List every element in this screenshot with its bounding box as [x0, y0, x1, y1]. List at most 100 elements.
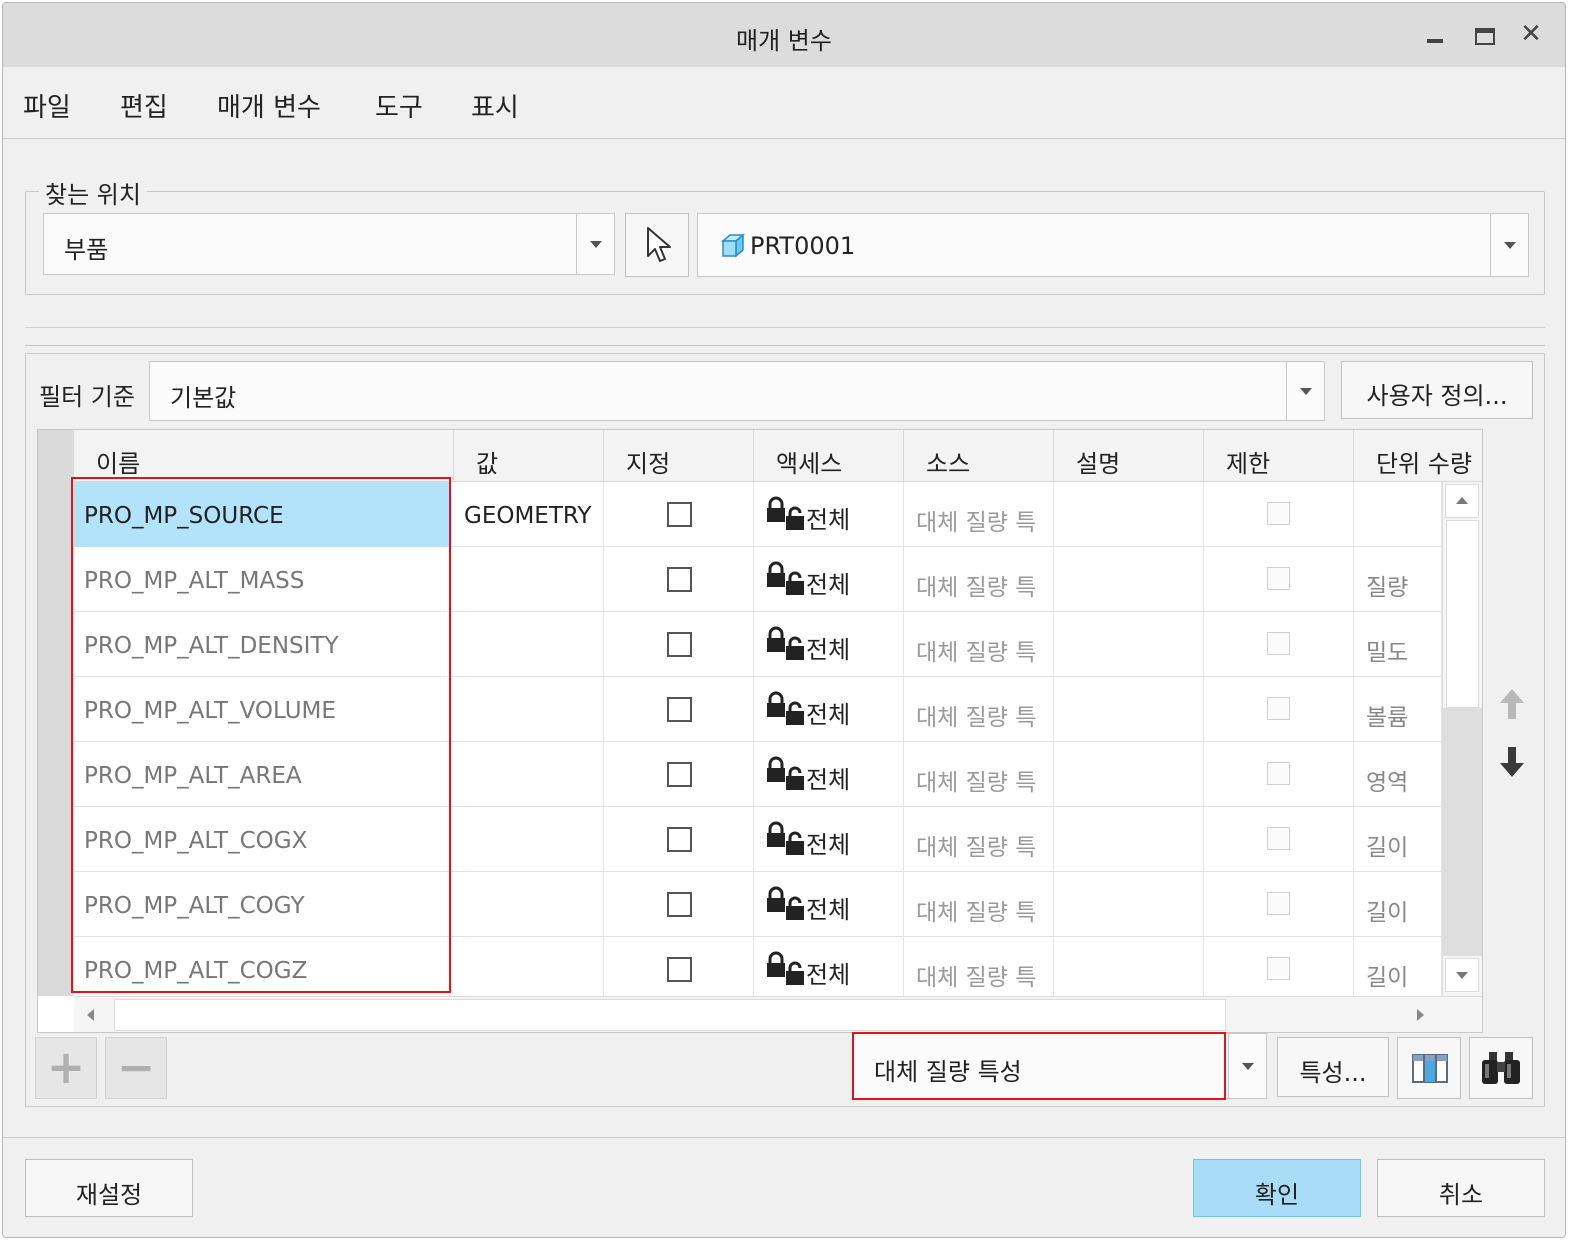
- restricted-checkbox: [1267, 762, 1290, 785]
- parameter-value-cell[interactable]: [454, 872, 604, 937]
- scroll-right-icon[interactable]: [1404, 999, 1438, 1032]
- table-row[interactable]: PRO_MP_ALT_AREA 전체 대체 질량 특 영역: [74, 742, 1442, 807]
- row-header-gutter: [38, 430, 74, 996]
- scroll-up-icon[interactable]: [1445, 484, 1479, 518]
- scroll-down-icon[interactable]: [1445, 958, 1479, 992]
- designate-checkbox[interactable]: [667, 957, 692, 982]
- move-up-icon[interactable]: [1497, 687, 1527, 721]
- property-filter-dropdown[interactable]: 대체 질량 특성: [853, 1033, 1267, 1099]
- parameter-value-cell[interactable]: GEOMETRY: [454, 482, 604, 547]
- parameter-value-cell[interactable]: [454, 612, 604, 677]
- designate-checkbox[interactable]: [667, 567, 692, 592]
- designate-checkbox[interactable]: [667, 892, 692, 917]
- description-cell[interactable]: [1054, 937, 1204, 996]
- reset-button[interactable]: 재설정: [25, 1159, 193, 1217]
- remove-parameter-button[interactable]: −: [105, 1037, 167, 1099]
- add-parameter-button[interactable]: +: [35, 1037, 97, 1099]
- designate-checkbox[interactable]: [667, 827, 692, 852]
- description-cell[interactable]: [1054, 482, 1204, 547]
- table-row[interactable]: PRO_MP_ALT_MASS 전체 대체 질량 특 질량: [74, 547, 1442, 612]
- parameters-dialog: 매개 변수 ✕ 파일 편집 매개 변수 도구 표시 찾는 위치 부품 PRT00…: [2, 2, 1566, 1238]
- designate-checkbox[interactable]: [667, 697, 692, 722]
- properties-button[interactable]: 특성...: [1277, 1037, 1389, 1097]
- vertical-scrollbar[interactable]: [1442, 482, 1482, 996]
- designate-checkbox[interactable]: [667, 632, 692, 657]
- column-header-description[interactable]: 설명: [1054, 430, 1204, 482]
- horizontal-scrollbar[interactable]: [74, 996, 1482, 1032]
- parameter-value-cell[interactable]: [454, 807, 604, 872]
- column-header-access[interactable]: 액세스: [754, 430, 904, 482]
- parameter-name-cell[interactable]: PRO_MP_ALT_AREA: [74, 742, 450, 807]
- parameter-name-cell[interactable]: PRO_MP_ALT_MASS: [74, 547, 450, 612]
- access-cell[interactable]: 전체: [754, 807, 904, 872]
- menu-edit[interactable]: 편집: [120, 87, 168, 124]
- scroll-thumb[interactable]: [114, 999, 1226, 1031]
- cancel-button[interactable]: 취소: [1377, 1159, 1545, 1217]
- scroll-left-icon[interactable]: [76, 999, 110, 1032]
- parameter-value-cell[interactable]: [454, 547, 604, 612]
- close-button[interactable]: ✕: [1511, 17, 1551, 57]
- access-cell[interactable]: 전체: [754, 742, 904, 807]
- parameter-name-cell[interactable]: PRO_MP_ALT_COGZ: [74, 937, 450, 996]
- description-cell[interactable]: [1054, 547, 1204, 612]
- description-cell[interactable]: [1054, 807, 1204, 872]
- parameter-name-cell[interactable]: PRO_MP_ALT_DENSITY: [74, 612, 450, 677]
- access-cell[interactable]: 전체: [754, 937, 904, 996]
- move-down-icon[interactable]: [1497, 745, 1527, 779]
- customize-button[interactable]: 사용자 정의...: [1341, 361, 1533, 419]
- table-row[interactable]: PRO_MP_SOURCE GEOMETRY 전체 대체 질량 특: [74, 482, 1442, 547]
- parameter-name-cell[interactable]: PRO_MP_ALT_VOLUME: [74, 677, 450, 742]
- divider: [25, 327, 1545, 328]
- menu-parameters[interactable]: 매개 변수: [217, 87, 321, 124]
- restricted-checkbox: [1267, 957, 1290, 980]
- column-header-name[interactable]: 이름: [74, 430, 454, 482]
- chevron-down-icon: [1228, 1034, 1266, 1098]
- ok-button[interactable]: 확인: [1193, 1159, 1361, 1217]
- description-cell[interactable]: [1054, 677, 1204, 742]
- parameter-name-cell[interactable]: PRO_MP_ALT_COGX: [74, 807, 450, 872]
- table-columns-button[interactable]: [1397, 1037, 1461, 1099]
- column-header-designate[interactable]: 지정: [604, 430, 754, 482]
- parameters-table: 이름 값 지정 액세스 소스 설명 제한 단위 수량 PRO_MP_SOURCE GEOMETR…: [37, 429, 1483, 1033]
- access-label: 전체: [806, 506, 851, 534]
- access-cell[interactable]: 전체: [754, 482, 904, 547]
- parameter-value-cell[interactable]: [454, 937, 604, 996]
- access-cell[interactable]: 전체: [754, 677, 904, 742]
- description-cell[interactable]: [1054, 742, 1204, 807]
- description-cell[interactable]: [1054, 612, 1204, 677]
- table-row[interactable]: PRO_MP_ALT_COGX 전체 대체 질량 특 길이: [74, 807, 1442, 872]
- table-row[interactable]: PRO_MP_ALT_VOLUME 전체 대체 질량 특 볼륨: [74, 677, 1442, 742]
- minimize-button[interactable]: [1415, 17, 1455, 57]
- column-header-restricted[interactable]: 제한: [1204, 430, 1354, 482]
- access-cell[interactable]: 전체: [754, 872, 904, 937]
- select-object-button[interactable]: [625, 213, 689, 277]
- object-dropdown[interactable]: PRT0001: [697, 213, 1529, 277]
- column-header-value[interactable]: 값: [454, 430, 604, 482]
- access-label: 전체: [806, 636, 851, 664]
- lookup-group-label: 찾는 위치: [39, 175, 147, 210]
- designate-checkbox[interactable]: [667, 502, 692, 527]
- scroll-thumb[interactable]: [1446, 520, 1479, 708]
- find-button[interactable]: [1469, 1037, 1533, 1099]
- scope-dropdown[interactable]: 부품: [43, 213, 615, 275]
- maximize-button[interactable]: [1465, 17, 1505, 57]
- access-cell[interactable]: 전체: [754, 547, 904, 612]
- table-row[interactable]: PRO_MP_ALT_DENSITY 전체 대체 질량 특 밀도: [74, 612, 1442, 677]
- table-row[interactable]: PRO_MP_ALT_COGY 전체 대체 질량 특 길이: [74, 872, 1442, 937]
- parameter-name-cell[interactable]: PRO_MP_SOURCE: [74, 482, 450, 547]
- column-header-source[interactable]: 소스: [904, 430, 1054, 482]
- menu-display[interactable]: 표시: [471, 87, 519, 124]
- parameter-name-cell[interactable]: PRO_MP_ALT_COGY: [74, 872, 450, 937]
- menu-tools[interactable]: 도구: [375, 87, 423, 124]
- designate-checkbox[interactable]: [667, 762, 692, 787]
- access-cell[interactable]: 전체: [754, 612, 904, 677]
- menu-file[interactable]: 파일: [23, 87, 71, 124]
- column-header-unit[interactable]: 단위 수량: [1354, 430, 1482, 482]
- description-cell[interactable]: [1054, 872, 1204, 937]
- table-row[interactable]: PRO_MP_ALT_COGZ 전체 대체 질량 특 길이: [74, 937, 1442, 996]
- parameter-value-cell[interactable]: [454, 742, 604, 807]
- filter-dropdown[interactable]: 기본값: [149, 361, 1325, 421]
- source-cell: 대체 질량 특: [904, 482, 1054, 547]
- parameter-value-cell[interactable]: [454, 677, 604, 742]
- scroll-track[interactable]: [1443, 708, 1482, 956]
